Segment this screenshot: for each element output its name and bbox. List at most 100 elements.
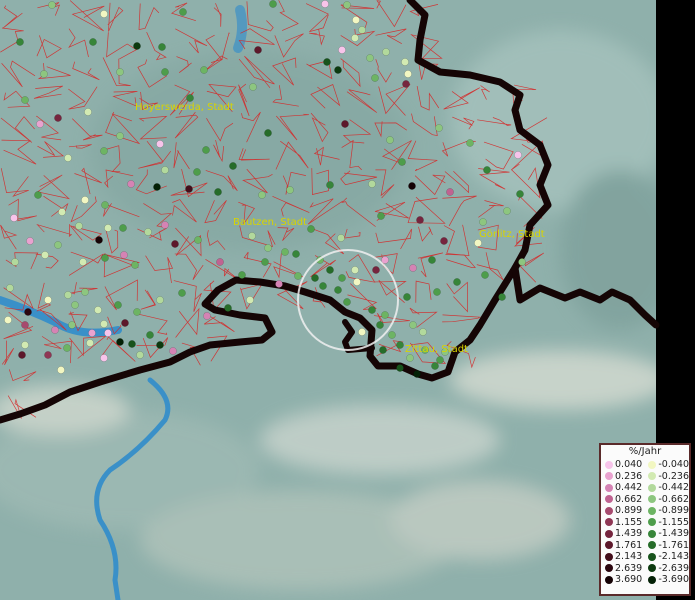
observation-point[interactable]	[34, 191, 42, 199]
observation-point[interactable]	[386, 136, 394, 144]
observation-point[interactable]	[351, 34, 359, 42]
observation-point[interactable]	[41, 251, 49, 259]
observation-point[interactable]	[281, 248, 289, 256]
observation-point[interactable]	[351, 266, 359, 274]
observation-point[interactable]	[186, 94, 194, 102]
observation-point[interactable]	[269, 0, 277, 8]
observation-point[interactable]	[64, 154, 72, 162]
observation-point[interactable]	[202, 146, 210, 154]
observation-point[interactable]	[229, 162, 237, 170]
observation-point[interactable]	[158, 43, 166, 51]
observation-point[interactable]	[371, 74, 379, 82]
map-canvas[interactable]: Hoyerswerda, Stadt Bautzen, Stadt Görlit…	[0, 0, 695, 600]
observation-point[interactable]	[116, 338, 124, 346]
observation-point[interactable]	[275, 280, 283, 288]
observation-point[interactable]	[44, 351, 52, 359]
observation-point[interactable]	[178, 289, 186, 297]
observation-point[interactable]	[224, 304, 232, 312]
observation-point[interactable]	[246, 296, 254, 304]
observation-point[interactable]	[119, 224, 127, 232]
observation-point[interactable]	[323, 58, 331, 66]
observation-point[interactable]	[498, 293, 506, 301]
observation-point[interactable]	[358, 328, 366, 336]
observation-point[interactable]	[51, 326, 59, 334]
observation-point[interactable]	[156, 296, 164, 304]
observation-point[interactable]	[100, 354, 108, 362]
observation-point[interactable]	[21, 96, 29, 104]
observation-point[interactable]	[54, 241, 62, 249]
observation-point[interactable]	[413, 370, 421, 378]
observation-point[interactable]	[481, 271, 489, 279]
observation-point[interactable]	[440, 237, 448, 245]
observation-point[interactable]	[334, 66, 342, 74]
observation-point[interactable]	[483, 166, 491, 174]
observation-point[interactable]	[18, 351, 26, 359]
observation-point[interactable]	[95, 236, 103, 244]
observation-point[interactable]	[120, 251, 128, 259]
observation-point[interactable]	[133, 42, 141, 50]
observation-point[interactable]	[81, 288, 89, 296]
observation-point[interactable]	[200, 66, 208, 74]
observation-point[interactable]	[216, 258, 224, 266]
observation-point[interactable]	[341, 120, 349, 128]
observation-point[interactable]	[474, 239, 482, 247]
observation-point[interactable]	[21, 321, 29, 329]
observation-point[interactable]	[353, 278, 361, 286]
observation-point[interactable]	[261, 258, 269, 266]
observation-point[interactable]	[401, 58, 409, 66]
observation-point[interactable]	[514, 151, 522, 159]
observation-point[interactable]	[319, 282, 327, 290]
observation-point[interactable]	[94, 306, 102, 314]
observation-point[interactable]	[409, 264, 417, 272]
observation-point[interactable]	[311, 274, 319, 282]
observation-point[interactable]	[292, 250, 300, 258]
observation-point[interactable]	[264, 244, 272, 252]
observation-point[interactable]	[321, 0, 329, 8]
observation-point[interactable]	[338, 274, 346, 282]
observation-point[interactable]	[156, 341, 164, 349]
observation-point[interactable]	[146, 331, 154, 339]
observation-point[interactable]	[326, 181, 334, 189]
observation-point[interactable]	[161, 221, 169, 229]
observation-point[interactable]	[136, 351, 144, 359]
observation-point[interactable]	[368, 180, 376, 188]
observation-point[interactable]	[249, 83, 257, 91]
observation-point[interactable]	[44, 296, 52, 304]
observation-point[interactable]	[153, 183, 161, 191]
observation-point[interactable]	[404, 70, 412, 78]
observation-point[interactable]	[238, 271, 246, 279]
observation-point[interactable]	[101, 254, 109, 262]
observation-point[interactable]	[169, 347, 177, 355]
observation-point[interactable]	[88, 329, 96, 337]
observation-point[interactable]	[214, 188, 222, 196]
observation-point[interactable]	[403, 293, 411, 301]
observation-point[interactable]	[381, 311, 389, 319]
observation-point[interactable]	[466, 139, 474, 147]
observation-point[interactable]	[254, 46, 262, 54]
observation-point[interactable]	[6, 284, 14, 292]
observation-point[interactable]	[258, 191, 266, 199]
observation-point[interactable]	[406, 354, 414, 362]
observation-point[interactable]	[248, 232, 256, 240]
observation-point[interactable]	[352, 16, 360, 24]
observation-point[interactable]	[398, 158, 406, 166]
observation-point[interactable]	[377, 212, 385, 220]
observation-point[interactable]	[84, 108, 92, 116]
observation-point[interactable]	[101, 201, 109, 209]
observation-point[interactable]	[307, 225, 315, 233]
observation-point[interactable]	[114, 301, 122, 309]
observation-point[interactable]	[416, 216, 424, 224]
observation-point[interactable]	[358, 26, 366, 34]
observation-point[interactable]	[518, 258, 526, 266]
observation-point[interactable]	[48, 1, 56, 9]
observation-point[interactable]	[193, 168, 201, 176]
observation-point[interactable]	[121, 319, 129, 327]
observation-point[interactable]	[194, 236, 202, 244]
observation-point[interactable]	[100, 320, 108, 328]
observation-point[interactable]	[326, 266, 334, 274]
observation-point[interactable]	[435, 124, 443, 132]
observation-point[interactable]	[171, 240, 179, 248]
observation-point[interactable]	[338, 46, 346, 54]
observation-point[interactable]	[71, 301, 79, 309]
observation-point[interactable]	[368, 306, 376, 314]
